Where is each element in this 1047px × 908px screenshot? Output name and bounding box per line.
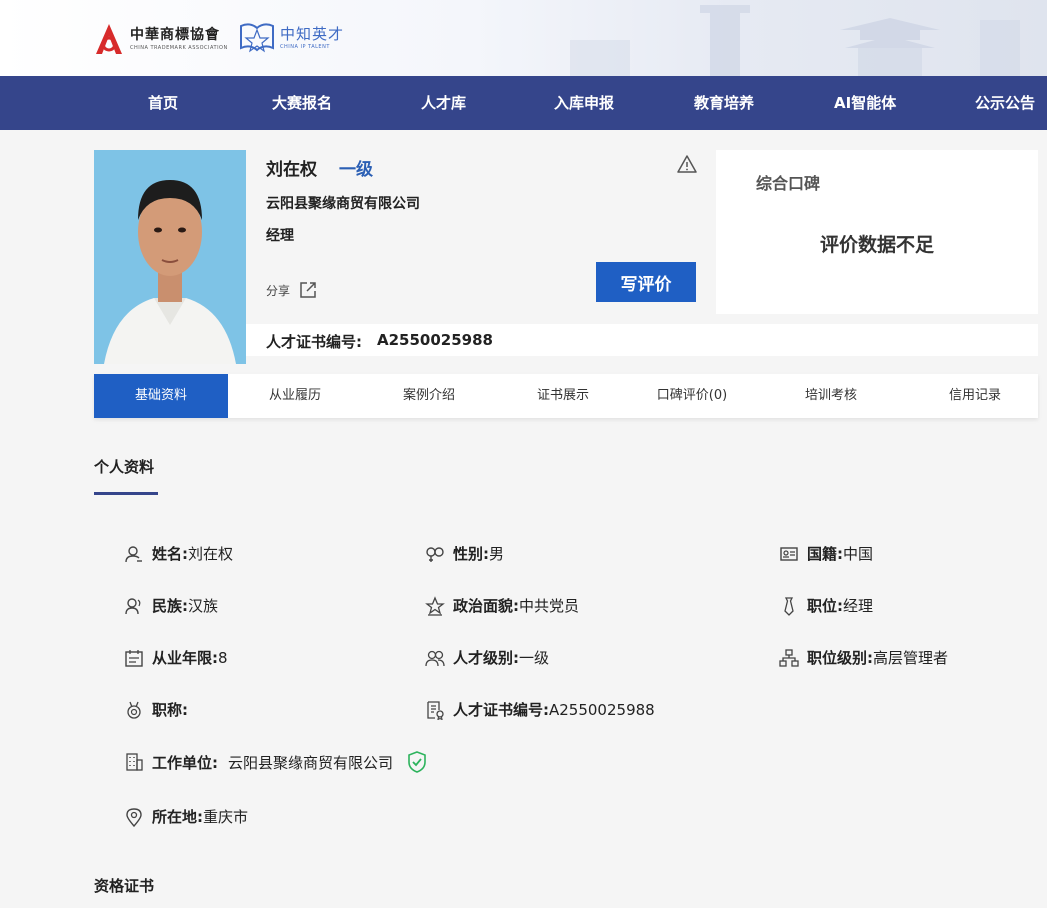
field-label: 职位: xyxy=(807,597,843,615)
field-ethnicity: 民族: 汉族 xyxy=(124,595,218,616)
temple-skyline-decoration xyxy=(570,5,1020,76)
personal-info-title: 个人资料 xyxy=(94,458,155,476)
cert-number-label: 人才证书编号: xyxy=(266,333,362,351)
people-icon xyxy=(125,597,141,614)
profile-name: 刘在权 xyxy=(266,160,317,180)
logo1-english-name: CHINA TRADEMARK ASSOCIATION xyxy=(130,45,228,51)
field-value: 重庆市 xyxy=(203,808,249,826)
tab-basic-info[interactable]: 基础资料 xyxy=(94,374,228,418)
profile-level: 一级 xyxy=(339,160,373,180)
gender-icon xyxy=(426,546,444,562)
field-job: 职位: 经理 xyxy=(779,595,873,616)
field-value: 男 xyxy=(489,545,505,563)
field-employer: 工作单位: 云阳县聚缘商贸有限公司 xyxy=(124,751,427,773)
field-location: 所在地: 重庆市 xyxy=(124,806,248,827)
book-star-icon xyxy=(240,23,274,53)
field-label: 人才证书编号: xyxy=(453,701,549,719)
main-nav: 首页 大赛报名 人才库 入库申报 教育培养 AI智能体 公示公告 xyxy=(0,76,1047,130)
share-label: 分享 xyxy=(266,283,291,298)
field-label: 民族: xyxy=(152,597,188,615)
calendar-icon xyxy=(125,649,143,667)
field-job-level: 职位级别: 高层管理者 xyxy=(779,647,948,668)
tab-reviews[interactable]: 口碑评价(0) xyxy=(630,374,754,418)
person-portrait xyxy=(94,150,246,364)
nav-talent-pool[interactable]: 人才库 xyxy=(421,76,466,130)
field-label: 职位级别: xyxy=(807,649,873,667)
location-icon xyxy=(126,807,142,827)
field-value: 汉族 xyxy=(188,597,219,615)
profile-company: 云阳县聚缘商贸有限公司 xyxy=(266,196,420,212)
certificate-icon xyxy=(427,700,444,720)
warning-icon[interactable] xyxy=(677,154,697,174)
profile-photo xyxy=(94,150,246,364)
profile-tabs: 基础资料 从业履历 案例介绍 证书展示 口碑评价(0) 培训考核 信用记录 xyxy=(94,374,1038,418)
share-button[interactable]: 分享 xyxy=(266,280,318,300)
tab-credit-record[interactable]: 信用记录 xyxy=(908,374,1042,418)
field-talent-level: 人才级别: 一级 xyxy=(425,647,549,668)
tab-work-history[interactable]: 从业履历 xyxy=(228,374,362,418)
field-label: 人才级别: xyxy=(453,649,519,667)
external-link-icon xyxy=(300,282,316,298)
logo2-chinese-name: 中知英才 xyxy=(280,25,345,43)
org-chart-icon xyxy=(779,648,799,667)
field-nationality: 国籍: 中国 xyxy=(779,543,873,564)
field-value: 一级 xyxy=(519,649,550,667)
header-banner: 中華商標協會 CHINA TRADEMARK ASSOCIATION 中知英才 … xyxy=(0,0,1047,76)
field-value: 云阳县聚缘商贸有限公司 xyxy=(228,753,394,772)
verified-shield-icon xyxy=(408,751,426,773)
building-icon xyxy=(126,753,143,771)
field-label: 姓名: xyxy=(152,545,188,563)
field-value: 经理 xyxy=(843,597,874,615)
field-label: 所在地: xyxy=(152,808,203,826)
nav-ai-agent[interactable]: AI智能体 xyxy=(834,76,896,130)
logo2-english-name: CHINA IP TALENT xyxy=(280,44,330,50)
china-trademark-association-logo[interactable]: 中華商標協會 CHINA TRADEMARK ASSOCIATION xyxy=(94,22,228,56)
field-label: 工作单位: xyxy=(152,753,218,772)
field-cert: 人才证书编号: A2550025988 xyxy=(425,699,655,720)
logo1-chinese-name: 中華商標協會 xyxy=(130,27,220,43)
qualification-section-title: 资格证书 xyxy=(94,877,155,895)
tie-icon xyxy=(784,596,794,616)
tab-certificates[interactable]: 证书展示 xyxy=(496,374,630,418)
reputation-title: 综合口碑 xyxy=(756,174,821,193)
group-icon xyxy=(425,650,445,666)
field-years: 从业年限: 8 xyxy=(124,647,228,668)
user-icon xyxy=(125,545,142,562)
field-value: 8 xyxy=(218,648,228,667)
china-ip-talent-logo[interactable]: 中知英才 CHINA IP TALENT xyxy=(238,20,344,56)
field-label: 从业年限: xyxy=(152,649,218,667)
field-label: 政治面貌: xyxy=(453,597,519,615)
field-title: 职称: xyxy=(124,699,188,720)
field-gender: 性别: 男 xyxy=(425,543,504,564)
nav-education[interactable]: 教育培养 xyxy=(694,76,754,130)
field-label: 职称: xyxy=(152,701,188,719)
reputation-message: 评价数据不足 xyxy=(819,234,934,256)
certificate-number-row: 人才证书编号: A2550025988 xyxy=(246,324,1038,356)
nav-application[interactable]: 入库申报 xyxy=(554,76,614,130)
field-value: 中国 xyxy=(843,545,874,563)
field-value: 刘在权 xyxy=(188,545,234,563)
nav-home[interactable]: 首页 xyxy=(148,76,178,130)
reputation-card: 综合口碑 评价数据不足 xyxy=(716,150,1038,314)
association-emblem-icon xyxy=(96,24,122,54)
nav-competition-signup[interactable]: 大赛报名 xyxy=(272,76,332,130)
star-icon xyxy=(425,595,445,616)
field-label: 性别: xyxy=(453,545,489,563)
medal-icon xyxy=(127,701,141,719)
profile-position: 经理 xyxy=(266,228,294,244)
section-underline xyxy=(94,492,158,495)
write-review-button[interactable]: 写评价 xyxy=(596,262,696,302)
field-value: 中共党员 xyxy=(519,597,580,615)
field-value: A2550025988 xyxy=(549,700,655,719)
tab-training[interactable]: 培训考核 xyxy=(764,374,898,418)
cert-number-value: A2550025988 xyxy=(377,331,493,349)
profile-card: 刘在权 一级 云阳县聚缘商贸有限公司 经理 分享 写评价 xyxy=(246,150,708,316)
tab-cases[interactable]: 案例介绍 xyxy=(362,374,496,418)
field-label: 国籍: xyxy=(807,545,843,563)
nav-announcements[interactable]: 公示公告 xyxy=(975,76,1035,130)
field-political: 政治面貌: 中共党员 xyxy=(425,595,579,616)
field-name: 姓名: 刘在权 xyxy=(124,543,233,564)
field-value: 高层管理者 xyxy=(873,649,949,667)
id-card-icon xyxy=(780,546,798,561)
